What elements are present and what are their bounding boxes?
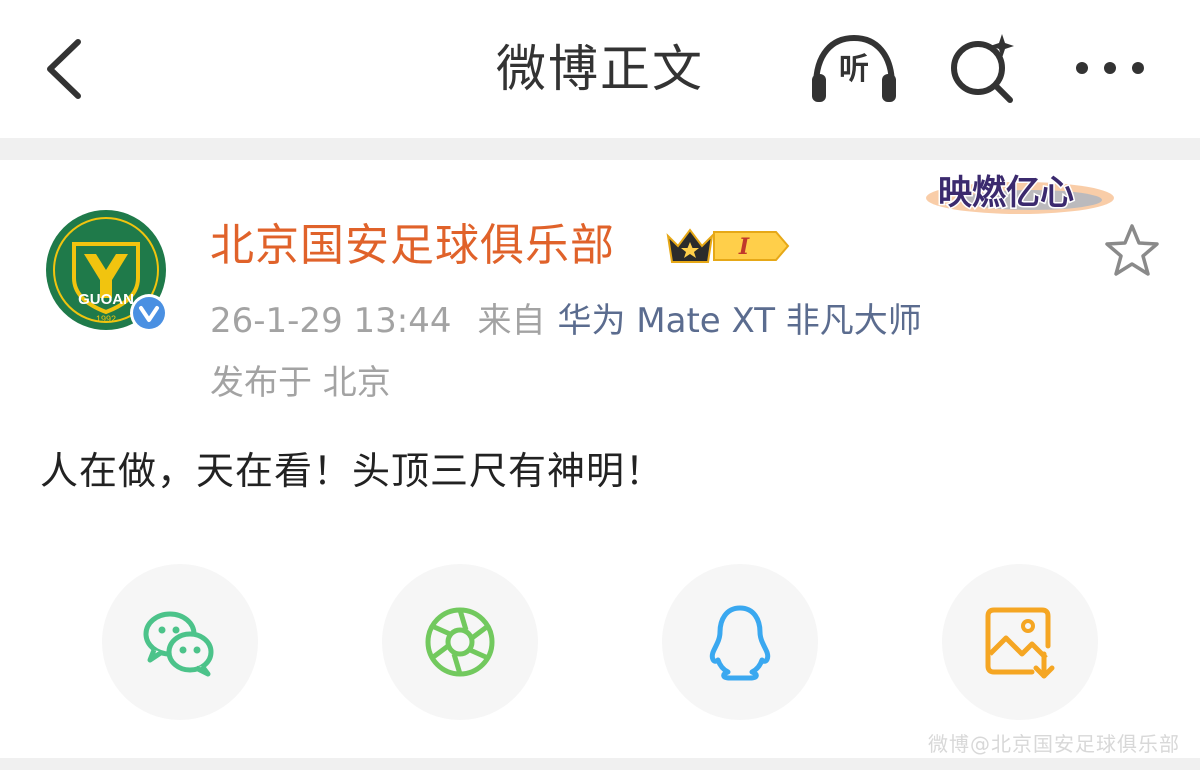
vip-crown-badge[interactable]: I <box>664 222 792 270</box>
post-meta: 26-1-29 13:44 来自 华为 Mate XT 非凡大师 <box>210 298 922 344</box>
avatar-club-text: GUOAN <box>78 291 134 308</box>
qq-penguin-icon <box>709 605 771 681</box>
vip-level: I <box>738 234 750 260</box>
more-options-button[interactable] <box>1068 40 1152 96</box>
moments-shutter-icon <box>425 607 495 677</box>
weibo-post: 映燃亿心 GUOAN 1992 北京国安足球俱乐部 I 26-1-29 13:4… <box>0 160 1200 758</box>
more-dots-icon <box>1076 62 1144 74</box>
listen-button[interactable]: 听 <box>806 30 902 106</box>
verified-badge-icon <box>130 294 168 332</box>
post-content: 人在做，天在看！头顶三尺有神明！ <box>40 449 665 493</box>
star-outline-icon <box>1105 224 1159 276</box>
wechat-icon <box>143 611 214 677</box>
source-device-link[interactable]: 华为 Mate XT 非凡大师 <box>558 301 922 341</box>
save-image-button[interactable] <box>942 564 1098 720</box>
listen-label: 听 <box>839 52 869 87</box>
author-name[interactable]: 北京国安足球俱乐部 <box>210 216 615 276</box>
search-button[interactable] <box>944 30 1024 106</box>
top-navigation-bar: 微博正文 听 <box>0 0 1200 138</box>
post-location: 发布于 北京 <box>210 363 391 403</box>
section-divider <box>0 138 1200 160</box>
watermark: 微博@北京国安足球俱乐部 <box>928 732 1180 756</box>
badge-art-text: 映燃亿心 <box>938 173 1074 213</box>
post-time: 26-1-29 13:44 <box>210 301 452 341</box>
bottom-divider <box>0 758 1200 770</box>
avatar-year-text: 1992 <box>96 314 116 324</box>
source-label: 来自 <box>477 301 546 341</box>
share-wechat-button[interactable] <box>102 564 258 720</box>
share-qq-button[interactable] <box>662 564 818 720</box>
event-badge-art: 映燃亿心 <box>926 172 1114 215</box>
share-moments-button[interactable] <box>382 564 538 720</box>
search-sparkle-icon <box>951 34 1014 103</box>
favorite-button[interactable] <box>1100 220 1164 282</box>
save-image-icon <box>985 607 1055 679</box>
